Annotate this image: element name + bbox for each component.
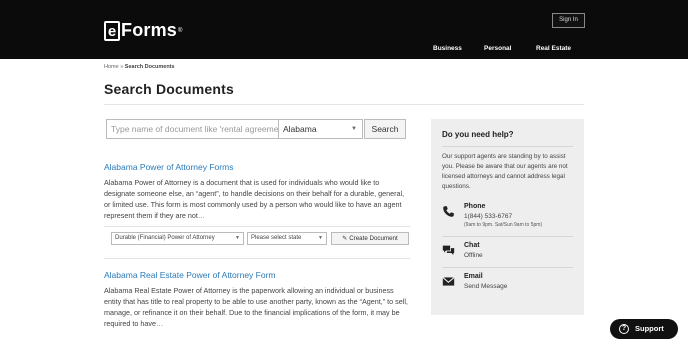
document-type-value: Durable (Financial) Power of Attorney [115,235,215,241]
pencil-icon: ✎ [342,235,348,242]
send-message-link[interactable]: Send Message [464,283,507,290]
help-divider [442,267,573,268]
chat-icon [442,245,455,255]
phone-hours: (9am to 9pm. Sat/Sun 9am to 5pm) [464,222,543,228]
help-divider [442,236,573,237]
create-document-label: Create Document [349,235,398,242]
logo-text: Forms [121,20,178,40]
breadcrumb-home[interactable]: Home [104,64,119,70]
help-title: Do you need help? [442,130,514,139]
help-text: Our support agents are standing by to as… [442,153,568,190]
eforms-logo[interactable]: e Forms ® [104,20,182,41]
phone-number[interactable]: 1(844) 533-6767 [464,213,512,220]
state-select-value: Alabama [283,124,317,134]
breadcrumb: Home » Search Documents [104,64,175,70]
create-document-button[interactable]: ✎ Create Document [331,232,409,245]
result-title[interactable]: Alabama Power of Attorney Forms [104,162,233,172]
result-divider [104,226,410,227]
search-button[interactable]: Search [364,119,406,139]
support-button[interactable]: ? Support [610,319,678,339]
result-title[interactable]: Alabama Real Estate Power of Attorney Fo… [104,270,276,280]
result-description: Alabama Power of Attorney is a document … [104,177,410,221]
search-input[interactable]: Type name of document like 'rental agree… [106,119,279,139]
result-description-text: Alabama Real Estate Power of Attorney is… [104,286,408,328]
question-icon: ? [619,324,629,334]
state-select[interactable]: Alabama ▼ [279,119,363,139]
result-state-select[interactable]: Please select state ▼ [247,232,327,245]
result-description: Alabama Real Estate Power of Attorney is… [104,285,410,329]
registered-mark: ® [178,27,183,34]
nav-real-estate[interactable]: Real Estate [536,45,571,52]
phone-contact[interactable]: Phone 1(844) 533-6767 (9am to 9pm. Sat/S… [442,203,573,233]
help-divider [442,146,573,147]
chat-status: Offline [464,252,483,259]
nav-business[interactable]: Business [433,45,462,52]
logo-mark: e [104,20,120,41]
support-label: Support [635,324,664,333]
page-title: Search Documents [104,81,235,97]
result-divider [104,258,410,259]
result-description-text: Alabama Power of Attorney is a document … [104,178,405,220]
top-header: e Forms ® Sign In Business Personal Real… [0,0,688,59]
breadcrumb-current: Search Documents [124,64,175,70]
chat-contact[interactable]: Chat Offline [442,242,573,264]
title-divider [104,104,584,105]
document-type-select[interactable]: Durable (Financial) Power of Attorney ▼ [111,232,244,245]
read-more-link[interactable]: … [198,211,205,220]
envelope-icon [442,277,455,286]
read-more-link[interactable]: … [156,319,163,328]
email-contact[interactable]: Email Send Message [442,273,573,295]
chat-label: Chat [464,242,480,249]
nav-personal[interactable]: Personal [484,45,511,52]
sign-in-button[interactable]: Sign In [552,13,585,28]
help-panel: Do you need help? Our support agents are… [431,119,584,315]
phone-label: Phone [464,203,486,210]
email-label: Email [464,273,483,280]
chevron-down-icon: ▼ [351,126,357,132]
chevron-down-icon: ▼ [318,235,323,241]
chevron-down-icon: ▼ [235,235,240,241]
phone-icon [443,206,454,217]
result-state-value: Please select state [251,235,302,241]
